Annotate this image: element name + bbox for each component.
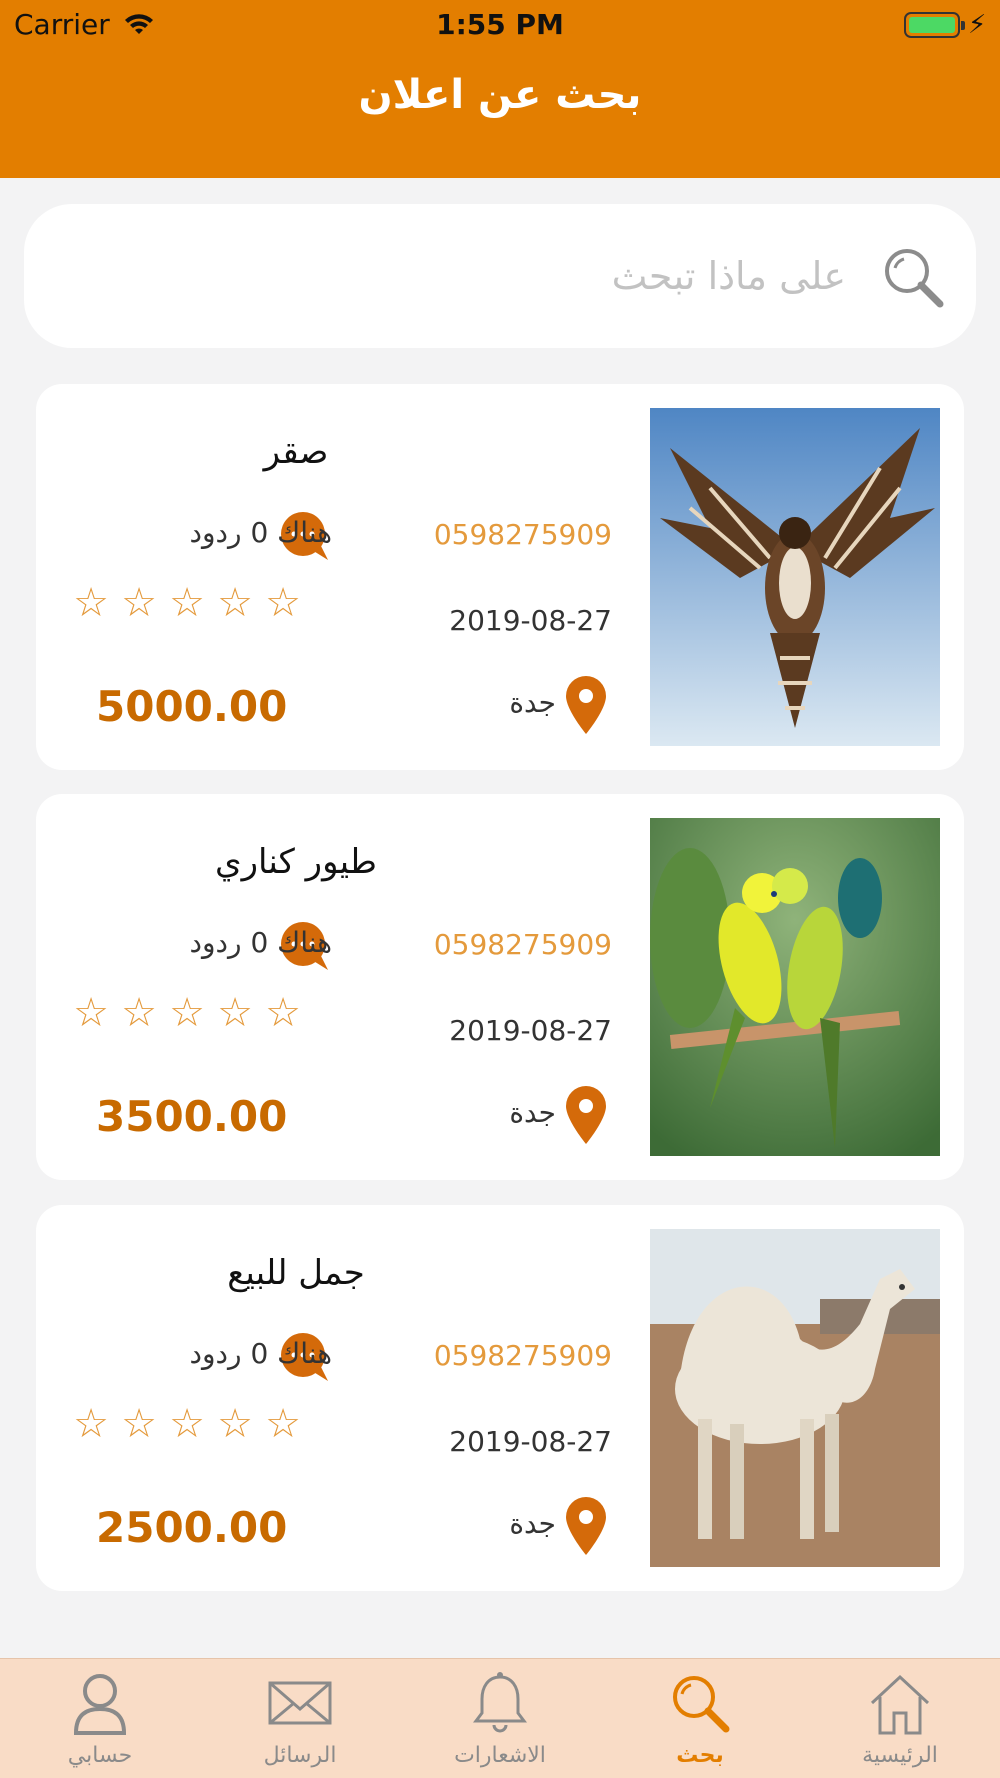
tab-bar: حسابي الرسائل الاشعارات بحث الرئيسية bbox=[0, 1658, 1000, 1778]
star-icon[interactable]: ☆ bbox=[118, 990, 166, 1036]
rating-stars[interactable]: ☆ ☆ ☆ ☆ ☆ bbox=[70, 1401, 320, 1447]
search-bar[interactable] bbox=[24, 204, 976, 348]
charging-icon: ⚡ bbox=[968, 10, 987, 40]
tab-messages[interactable]: الرسائل bbox=[200, 1659, 400, 1778]
app-header: Carrier 1:55 PM ⚡ بحث عن اعلان bbox=[0, 0, 1000, 178]
replies-count: هناك 0 ردود bbox=[189, 926, 332, 959]
listing-phone[interactable]: 0598275909 bbox=[426, 928, 612, 961]
tab-account[interactable]: حسابي bbox=[0, 1659, 200, 1778]
star-icon[interactable]: ☆ bbox=[214, 1401, 262, 1447]
listing-city: جدة bbox=[509, 1507, 556, 1540]
listing-phone[interactable]: 0598275909 bbox=[426, 1339, 612, 1372]
listing-phone[interactable]: 0598275909 bbox=[426, 518, 612, 551]
tab-notifications[interactable]: الاشعارات bbox=[400, 1659, 600, 1778]
star-icon[interactable]: ☆ bbox=[214, 990, 262, 1036]
listing-price: 3500.00 bbox=[96, 1092, 288, 1141]
tab-home[interactable]: الرئيسية bbox=[800, 1659, 1000, 1778]
star-icon[interactable]: ☆ bbox=[166, 1401, 214, 1447]
listing-date: 2019-08-27 bbox=[449, 1014, 612, 1047]
clock: 1:55 PM bbox=[436, 8, 564, 41]
star-icon[interactable]: ☆ bbox=[70, 1401, 118, 1447]
replies-count: هناك 0 ردود bbox=[189, 516, 332, 549]
listing-card[interactable]: جمل للبيع 0598275909 هناك 0 ردود ☆ ☆ ☆ ☆ ☆ 2… bbox=[36, 1205, 964, 1591]
listing-photo-parakeets bbox=[650, 818, 940, 1156]
listing-title: صقر bbox=[263, 432, 329, 472]
tab-search[interactable]: بحث bbox=[600, 1659, 800, 1778]
tab-label: الرئيسية bbox=[862, 1743, 938, 1768]
envelope-icon bbox=[268, 1681, 332, 1725]
listing-title: جمل للبيع bbox=[227, 1253, 365, 1293]
star-icon[interactable]: ☆ bbox=[166, 580, 214, 626]
listing-price: 5000.00 bbox=[96, 682, 288, 731]
listing-photo-camel bbox=[650, 1229, 940, 1567]
star-icon[interactable]: ☆ bbox=[70, 580, 118, 626]
listing-price: 2500.00 bbox=[96, 1503, 288, 1552]
listing-title: طيور كناري bbox=[215, 842, 377, 882]
search-icon bbox=[673, 1676, 730, 1733]
star-icon[interactable]: ☆ bbox=[262, 580, 310, 626]
replies-count: هناك 0 ردود bbox=[189, 1337, 332, 1370]
rating-stars[interactable]: ☆ ☆ ☆ ☆ ☆ bbox=[70, 580, 320, 626]
listing-card[interactable]: طيور كناري 0598275909 هناك 0 ردود ☆ ☆ ☆ ☆ ☆ … bbox=[36, 794, 964, 1180]
search-input[interactable] bbox=[206, 240, 846, 312]
person-icon bbox=[73, 1674, 127, 1735]
star-icon[interactable]: ☆ bbox=[214, 580, 262, 626]
listing-date: 2019-08-27 bbox=[449, 1425, 612, 1458]
search-icon[interactable] bbox=[880, 244, 946, 310]
page-title: بحث عن اعلان bbox=[358, 72, 642, 118]
star-icon[interactable]: ☆ bbox=[118, 1401, 166, 1447]
tab-label: الرسائل bbox=[263, 1743, 337, 1768]
battery-icon bbox=[904, 12, 965, 38]
location-pin-icon bbox=[566, 676, 606, 734]
location-pin-icon bbox=[566, 1086, 606, 1144]
star-icon[interactable]: ☆ bbox=[70, 990, 118, 1036]
tab-label: حسابي bbox=[67, 1743, 133, 1768]
listing-date: 2019-08-27 bbox=[449, 604, 612, 637]
tab-label: الاشعارات bbox=[454, 1743, 546, 1768]
status-bar: Carrier 1:55 PM ⚡ bbox=[0, 0, 1000, 50]
star-icon[interactable]: ☆ bbox=[262, 1401, 310, 1447]
listing-city: جدة bbox=[509, 1096, 556, 1129]
star-icon[interactable]: ☆ bbox=[262, 990, 310, 1036]
bell-icon bbox=[473, 1672, 527, 1733]
home-icon bbox=[870, 1674, 930, 1735]
star-icon[interactable]: ☆ bbox=[118, 580, 166, 626]
listing-city: جدة bbox=[509, 686, 556, 719]
rating-stars[interactable]: ☆ ☆ ☆ ☆ ☆ bbox=[70, 990, 320, 1036]
star-icon[interactable]: ☆ bbox=[166, 990, 214, 1036]
location-pin-icon bbox=[566, 1497, 606, 1555]
listing-photo-falcon bbox=[650, 408, 940, 746]
listing-card[interactable]: صقر 0598275909 هناك 0 ردود ☆ ☆ ☆ ☆ ☆ 2019-08… bbox=[36, 384, 964, 770]
tab-label: بحث bbox=[676, 1743, 724, 1768]
